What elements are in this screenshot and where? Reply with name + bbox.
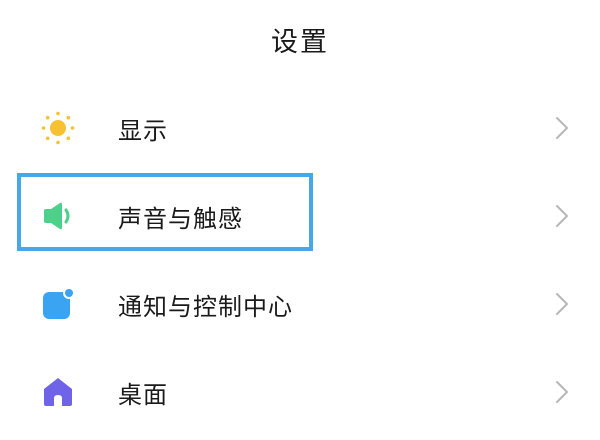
home-icon: [40, 374, 76, 410]
settings-item-desktop[interactable]: 桌面: [0, 348, 600, 436]
settings-list: 显示 声音与触感 通知与控制中心 桌面: [0, 84, 600, 436]
settings-item-label: 桌面: [118, 380, 168, 409]
chevron-right-icon: [552, 289, 572, 319]
settings-item-label: 通知与控制中心: [118, 292, 293, 321]
chevron-right-icon: [552, 201, 572, 231]
settings-item-display[interactable]: 显示: [0, 84, 600, 172]
chevron-right-icon: [552, 377, 572, 407]
title-bar: 设置: [0, 0, 600, 78]
highlight-box: [17, 173, 313, 251]
notification-icon: [40, 286, 76, 322]
settings-item-label: 显示: [118, 116, 168, 145]
settings-item-notifications[interactable]: 通知与控制中心: [0, 260, 600, 348]
page-title: 设置: [271, 26, 329, 58]
sun-icon: [40, 110, 76, 146]
chevron-right-icon: [552, 113, 572, 143]
